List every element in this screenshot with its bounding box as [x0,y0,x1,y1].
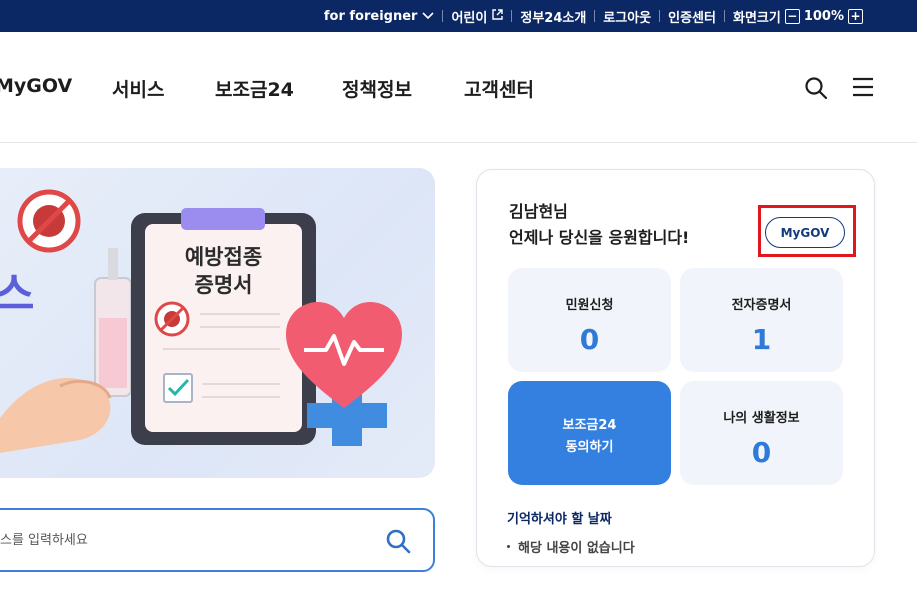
nav-item-customer-center[interactable]: 고객센터 [464,75,534,102]
search-icon[interactable] [804,76,828,104]
tile-label: 보조금24 동의하기 [508,415,671,459]
screen-size-control: 화면크기 − 100% + [725,7,875,26]
important-dates-title: 기억하셔야 할 날짜 [507,512,612,527]
kids-link[interactable]: 어린이 [443,7,511,26]
auth-center-label: 인증센터 [668,10,716,26]
user-name: 김남현님 [509,202,568,221]
paper-line [200,326,280,328]
hero-banner[interactable]: 스 예방접종 증명서 [0,168,435,478]
logout-link[interactable]: 로그아웃 [595,7,659,26]
chevron-down-icon [422,9,435,24]
main-nav: MyGOV 서비스 보조금24 정책정보 고객센터 [0,32,917,143]
nav-item-services[interactable]: 서비스 [112,75,164,102]
utility-bar: for foreigner 어린이 정부24소개 로그아웃 인증센터 화면크기 … [0,0,917,32]
zoom-level: 100% [803,8,844,24]
tile-my-life-info[interactable]: 나의 생활정보 0 [680,381,843,485]
zoom-in-button[interactable]: + [848,8,863,24]
checkbox-illustration [163,373,193,403]
about-gov24-link[interactable]: 정부24소개 [512,7,594,26]
kids-label: 어린이 [451,10,488,26]
about-gov24-label: 정부24소개 [520,10,587,26]
tile-count: 0 [751,436,772,469]
paper-line [163,348,280,350]
zoom-out-button[interactable]: − [784,8,800,24]
user-dashboard-card: 김남현님 언제나 당신을 응원합니다! MyGOV 민원신청 0 전자증명서 1… [476,169,875,567]
search-box [0,508,435,572]
nav-item-policy[interactable]: 정책정보 [342,75,412,102]
clipboard-clip [181,208,265,230]
paper-line [202,396,280,398]
nav-item-mygov[interactable]: MyGOV [0,75,72,97]
paper-line [200,313,280,315]
nav-item-subsidy24[interactable]: 보조금24 [215,75,294,102]
syringe-hand-illustration [0,248,132,453]
logout-label: 로그아웃 [603,10,652,26]
auth-center-link[interactable]: 인증센터 [660,7,724,26]
certificate-title-line1: 예방접종 [184,245,263,269]
tile-label: 전자증명서 [731,298,792,313]
tile-label: 민원신청 [565,298,614,313]
important-dates-empty-text: 해당 내용이 없습니다 [518,541,635,556]
tile-civil-applications[interactable]: 민원신청 0 [508,268,671,372]
search-input[interactable] [0,528,360,552]
certificate-title-line2: 증명서 [194,273,253,297]
tile-subsidy24-consent[interactable]: 보조금24 동의하기 [508,381,671,485]
certificate-title: 예방접종 증명서 [145,243,302,299]
paper-line [202,383,280,385]
no-virus-small-icon [154,301,190,337]
mygov-button[interactable]: MyGOV [765,217,845,248]
tile-label: 나의 생활정보 [723,411,800,426]
greeting-message: 언제나 당신을 응원합니다! [509,228,690,247]
search-submit-icon[interactable] [385,528,411,558]
tile-count: 1 [751,323,772,356]
for-foreigner-dropdown[interactable]: for foreigner [316,9,443,24]
hamburger-menu-icon[interactable] [852,76,874,102]
for-foreigner-label: for foreigner [323,8,418,24]
screen-size-label: 화면크기 [732,10,781,26]
tile-label-line2: 동의하기 [565,440,614,455]
tile-e-certificates[interactable]: 전자증명서 1 [680,268,843,372]
important-dates-empty: 해당 내용이 없습니다 [507,537,635,556]
tile-count: 0 [579,323,600,356]
heart-icon [286,302,402,408]
external-link-icon [492,8,504,24]
tile-label-line1: 보조금24 [562,418,617,433]
bullet [507,545,510,548]
